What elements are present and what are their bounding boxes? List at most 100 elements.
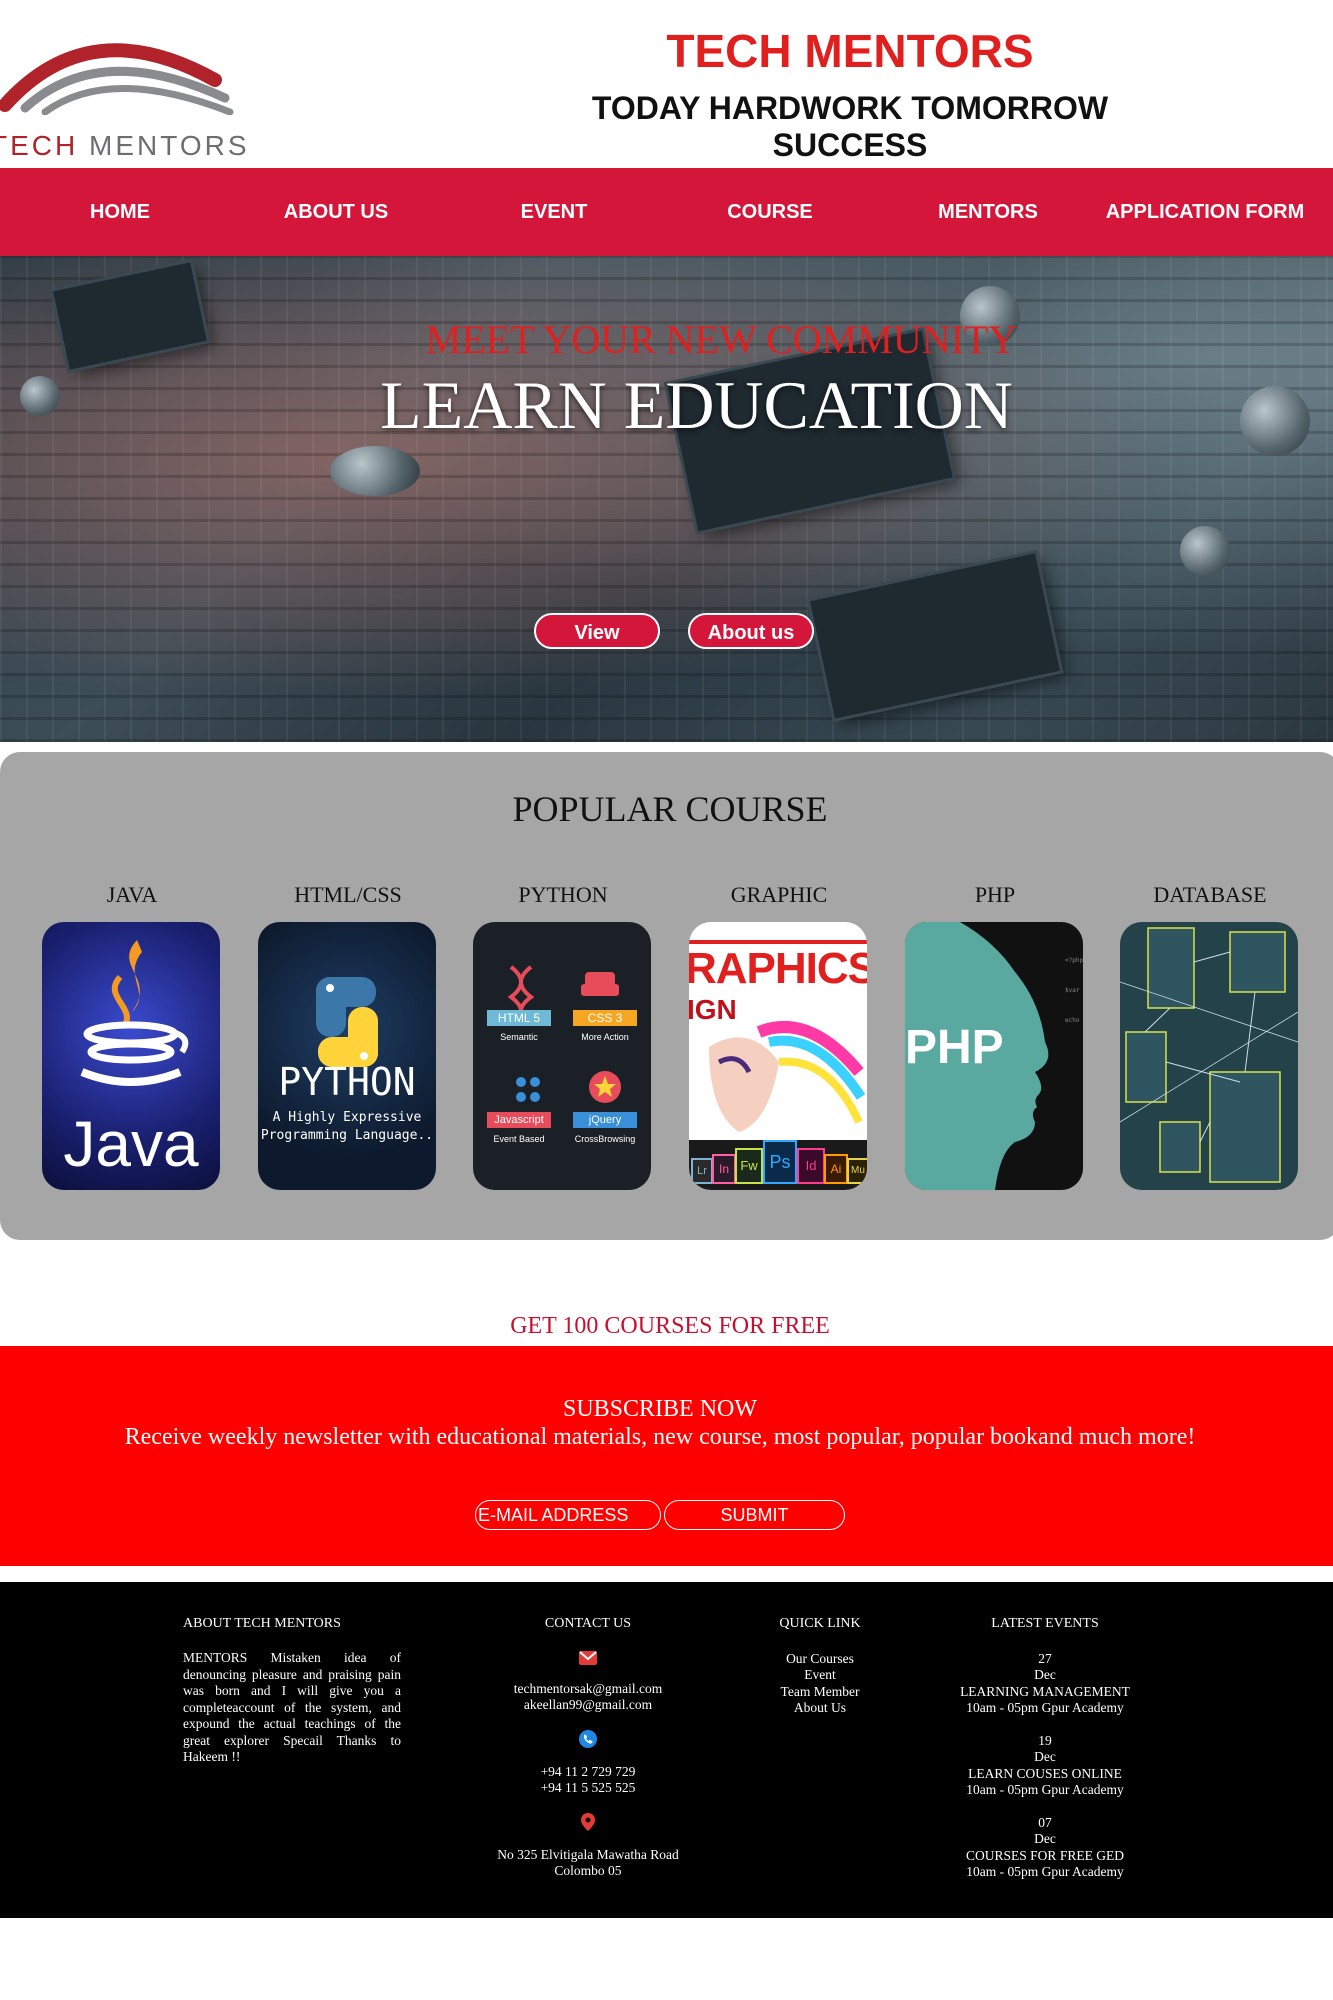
contact-email-2[interactable]: akeellan99@gmail.com	[468, 1697, 708, 1714]
php-card-image[interactable]: <?php $var echo PHP	[905, 922, 1083, 1190]
site-footer: ABOUT TECH MENTORS MENTORS Mistaken idea…	[0, 1582, 1333, 1918]
main-nav: HOME ABOUT US EVENT COURSE MENTORS APPLI…	[0, 168, 1333, 256]
nav-home[interactable]: HOME	[40, 168, 200, 256]
email-input[interactable]	[475, 1500, 661, 1530]
event-day: 07	[1038, 1814, 1052, 1830]
site-header: TECH MENTORS TECH MENTORS TODAY HARDWORK…	[0, 0, 1333, 168]
svg-text:$var: $var	[1065, 987, 1080, 994]
contact-phone-2: +94 11 5 525 525	[540, 1780, 636, 1795]
event-item[interactable]: 07 Dec COURSES FOR FREE GED 10am - 05pm …	[920, 1815, 1170, 1881]
quick-link-about-us[interactable]: About Us	[740, 1700, 900, 1717]
course-php[interactable]: PHP <?php $var echo PHP	[905, 882, 1085, 1190]
course-html-css[interactable]: HTML/CSS PYTHON A Highly Expressive Prog…	[258, 882, 438, 1190]
html5-sub: Semantic	[500, 1032, 538, 1042]
python-card-sub2: Programming Language..	[260, 1128, 434, 1143]
course-database[interactable]: DATABASE	[1120, 882, 1300, 1190]
css3-tile: CSS 3	[573, 1010, 637, 1026]
indesign-icon: Id	[797, 1148, 825, 1184]
logo-arc-icon	[0, 43, 234, 116]
css3-sub: More Action	[581, 1032, 629, 1042]
mail-icon	[579, 1650, 597, 1665]
popular-course-section: POPULAR COURSE JAVA Java HTML/CSS PYTHON…	[0, 752, 1333, 1240]
muse-icon: Mu	[847, 1158, 867, 1184]
python-card-sub1: A Highly Expressive	[272, 1110, 422, 1125]
nav-about-us[interactable]: ABOUT US	[256, 168, 416, 256]
subscribe-section: SUBSCRIBE NOW Receive weekly newsletter …	[0, 1346, 1333, 1566]
database-card-image[interactable]	[1120, 922, 1298, 1190]
hero-banner: MEET YOUR NEW COMMUNITY LEARN EDUCATION …	[0, 256, 1333, 742]
footer-about-heading: ABOUT TECH MENTORS	[183, 1616, 341, 1631]
html5-tile: HTML 5	[487, 1010, 551, 1026]
illustrator-icon: Ai	[824, 1154, 848, 1184]
view-button[interactable]: View	[534, 613, 660, 649]
footer-about-text: MENTORS Mistaken idea of denouncing plea…	[183, 1650, 401, 1764]
logo-text: TECH MENTORS	[0, 130, 250, 162]
course-label: JAVA	[106, 882, 158, 907]
course-label: DATABASE	[1153, 882, 1267, 907]
course-label: PYTHON	[518, 882, 608, 907]
subscribe-text: Receive weekly newsletter with education…	[124, 1424, 1196, 1450]
course-python[interactable]: PYTHON HTML 5 CSS 3 Semantic More Action…	[473, 882, 653, 1190]
footer-contact: CONTACT US techmentorsak@gmail.com akeel…	[468, 1616, 708, 1880]
nav-event[interactable]: EVENT	[474, 168, 634, 256]
about-us-button[interactable]: About us	[688, 613, 814, 649]
course-label: GRAPHIC	[730, 882, 828, 907]
contact-address-1: No 325 Elvitigala Mawatha Road	[497, 1846, 679, 1862]
web-tech-icons	[507, 965, 621, 1103]
html-css-card-image[interactable]: PYTHON A Highly Expressive Programming L…	[258, 922, 436, 1190]
nav-mentors[interactable]: MENTORS	[908, 168, 1068, 256]
footer-quick-links: QUICK LINK Our Courses Event Team Member…	[740, 1616, 900, 1717]
submit-button[interactable]: SUBMIT	[664, 1500, 845, 1530]
event-month: Dec	[1034, 1831, 1056, 1846]
course-java[interactable]: JAVA Java	[42, 882, 222, 1190]
jquery-sub: CrossBrowsing	[574, 1134, 636, 1144]
footer-contact-heading: CONTACT US	[544, 1616, 632, 1631]
event-time: 10am - 05pm Gpur Academy	[966, 1864, 1124, 1879]
nav-course[interactable]: COURSE	[690, 168, 850, 256]
quick-link-our-courses[interactable]: Our Courses	[740, 1651, 900, 1668]
contact-email-1[interactable]: techmentorsak@gmail.com	[468, 1681, 708, 1698]
event-day: 27	[1038, 1650, 1052, 1666]
course-graphic[interactable]: GRAPHIC RAPHICS IGN Lr In Fw Ps Id Ai Mu	[689, 882, 869, 1190]
java-card-text: Java	[63, 1108, 199, 1180]
footer-about: ABOUT TECH MENTORS MENTORS Mistaken idea…	[183, 1616, 401, 1766]
event-title: LEARNING MANAGEMENT	[960, 1683, 1130, 1699]
python-card-title: PYTHON	[278, 1060, 416, 1104]
database-schema-icon	[1120, 927, 1298, 1183]
event-item[interactable]: 19 Dec LEARN COUSES ONLINE 10am - 05pm G…	[920, 1733, 1170, 1799]
graphic-card-image[interactable]: RAPHICS IGN Lr In Fw Ps Id Ai Mu	[689, 922, 867, 1190]
quick-link-team-member[interactable]: Team Member	[740, 1684, 900, 1701]
python-card-image[interactable]: HTML 5 CSS 3 Semantic More Action Javasc…	[473, 922, 651, 1190]
location-pin-icon	[581, 1812, 595, 1831]
logo-text-accent: TECH	[0, 130, 79, 161]
php-card-text: PHP	[905, 1021, 1004, 1074]
subscribe-title: SUBSCRIBE NOW	[562, 1396, 758, 1422]
course-label: HTML/CSS	[294, 882, 402, 907]
footer-events: LATEST EVENTS 27 Dec LEARNING MANAGEMENT…	[920, 1616, 1170, 1881]
phone-icon	[579, 1729, 597, 1748]
free-courses-text: GET 100 COURSES FOR FREE	[510, 1313, 830, 1339]
fireworks-icon: Fw	[735, 1148, 763, 1184]
event-time: 10am - 05pm Gpur Academy	[966, 1700, 1124, 1715]
app-icon-strip: Lr In Fw Ps Id Ai Mu	[689, 1140, 867, 1190]
javascript-sub: Event Based	[493, 1134, 545, 1144]
popular-title: POPULAR COURSE	[512, 789, 828, 829]
event-day: 19	[1038, 1732, 1052, 1748]
nav-application-form[interactable]: APPLICATION FORM	[1100, 168, 1310, 256]
lightroom-icon: Lr	[691, 1158, 713, 1184]
hero-title: LEARN EDUCATION	[380, 367, 1013, 443]
event-time: 10am - 05pm Gpur Academy	[966, 1782, 1124, 1797]
hero-capacitor	[1180, 526, 1230, 576]
footer-events-heading: LATEST EVENTS	[991, 1616, 1099, 1631]
event-title: LEARN COUSES ONLINE	[968, 1765, 1122, 1781]
site-title: TECH MENTORS	[666, 25, 1034, 77]
photoshop-icon: Ps	[763, 1140, 797, 1184]
hero-subtitle: MEET YOUR NEW COMMUNITY	[425, 317, 1018, 362]
logo[interactable]: TECH MENTORS	[0, 20, 250, 161]
java-card-image[interactable]: Java	[42, 922, 220, 1190]
logo-text-rest: MENTORS	[89, 130, 250, 161]
hero-capacitor	[330, 446, 420, 496]
quick-link-event[interactable]: Event	[740, 1667, 900, 1684]
jquery-tile: jQuery	[573, 1112, 637, 1128]
event-item[interactable]: 27 Dec LEARNING MANAGEMENT 10am - 05pm G…	[920, 1651, 1170, 1717]
